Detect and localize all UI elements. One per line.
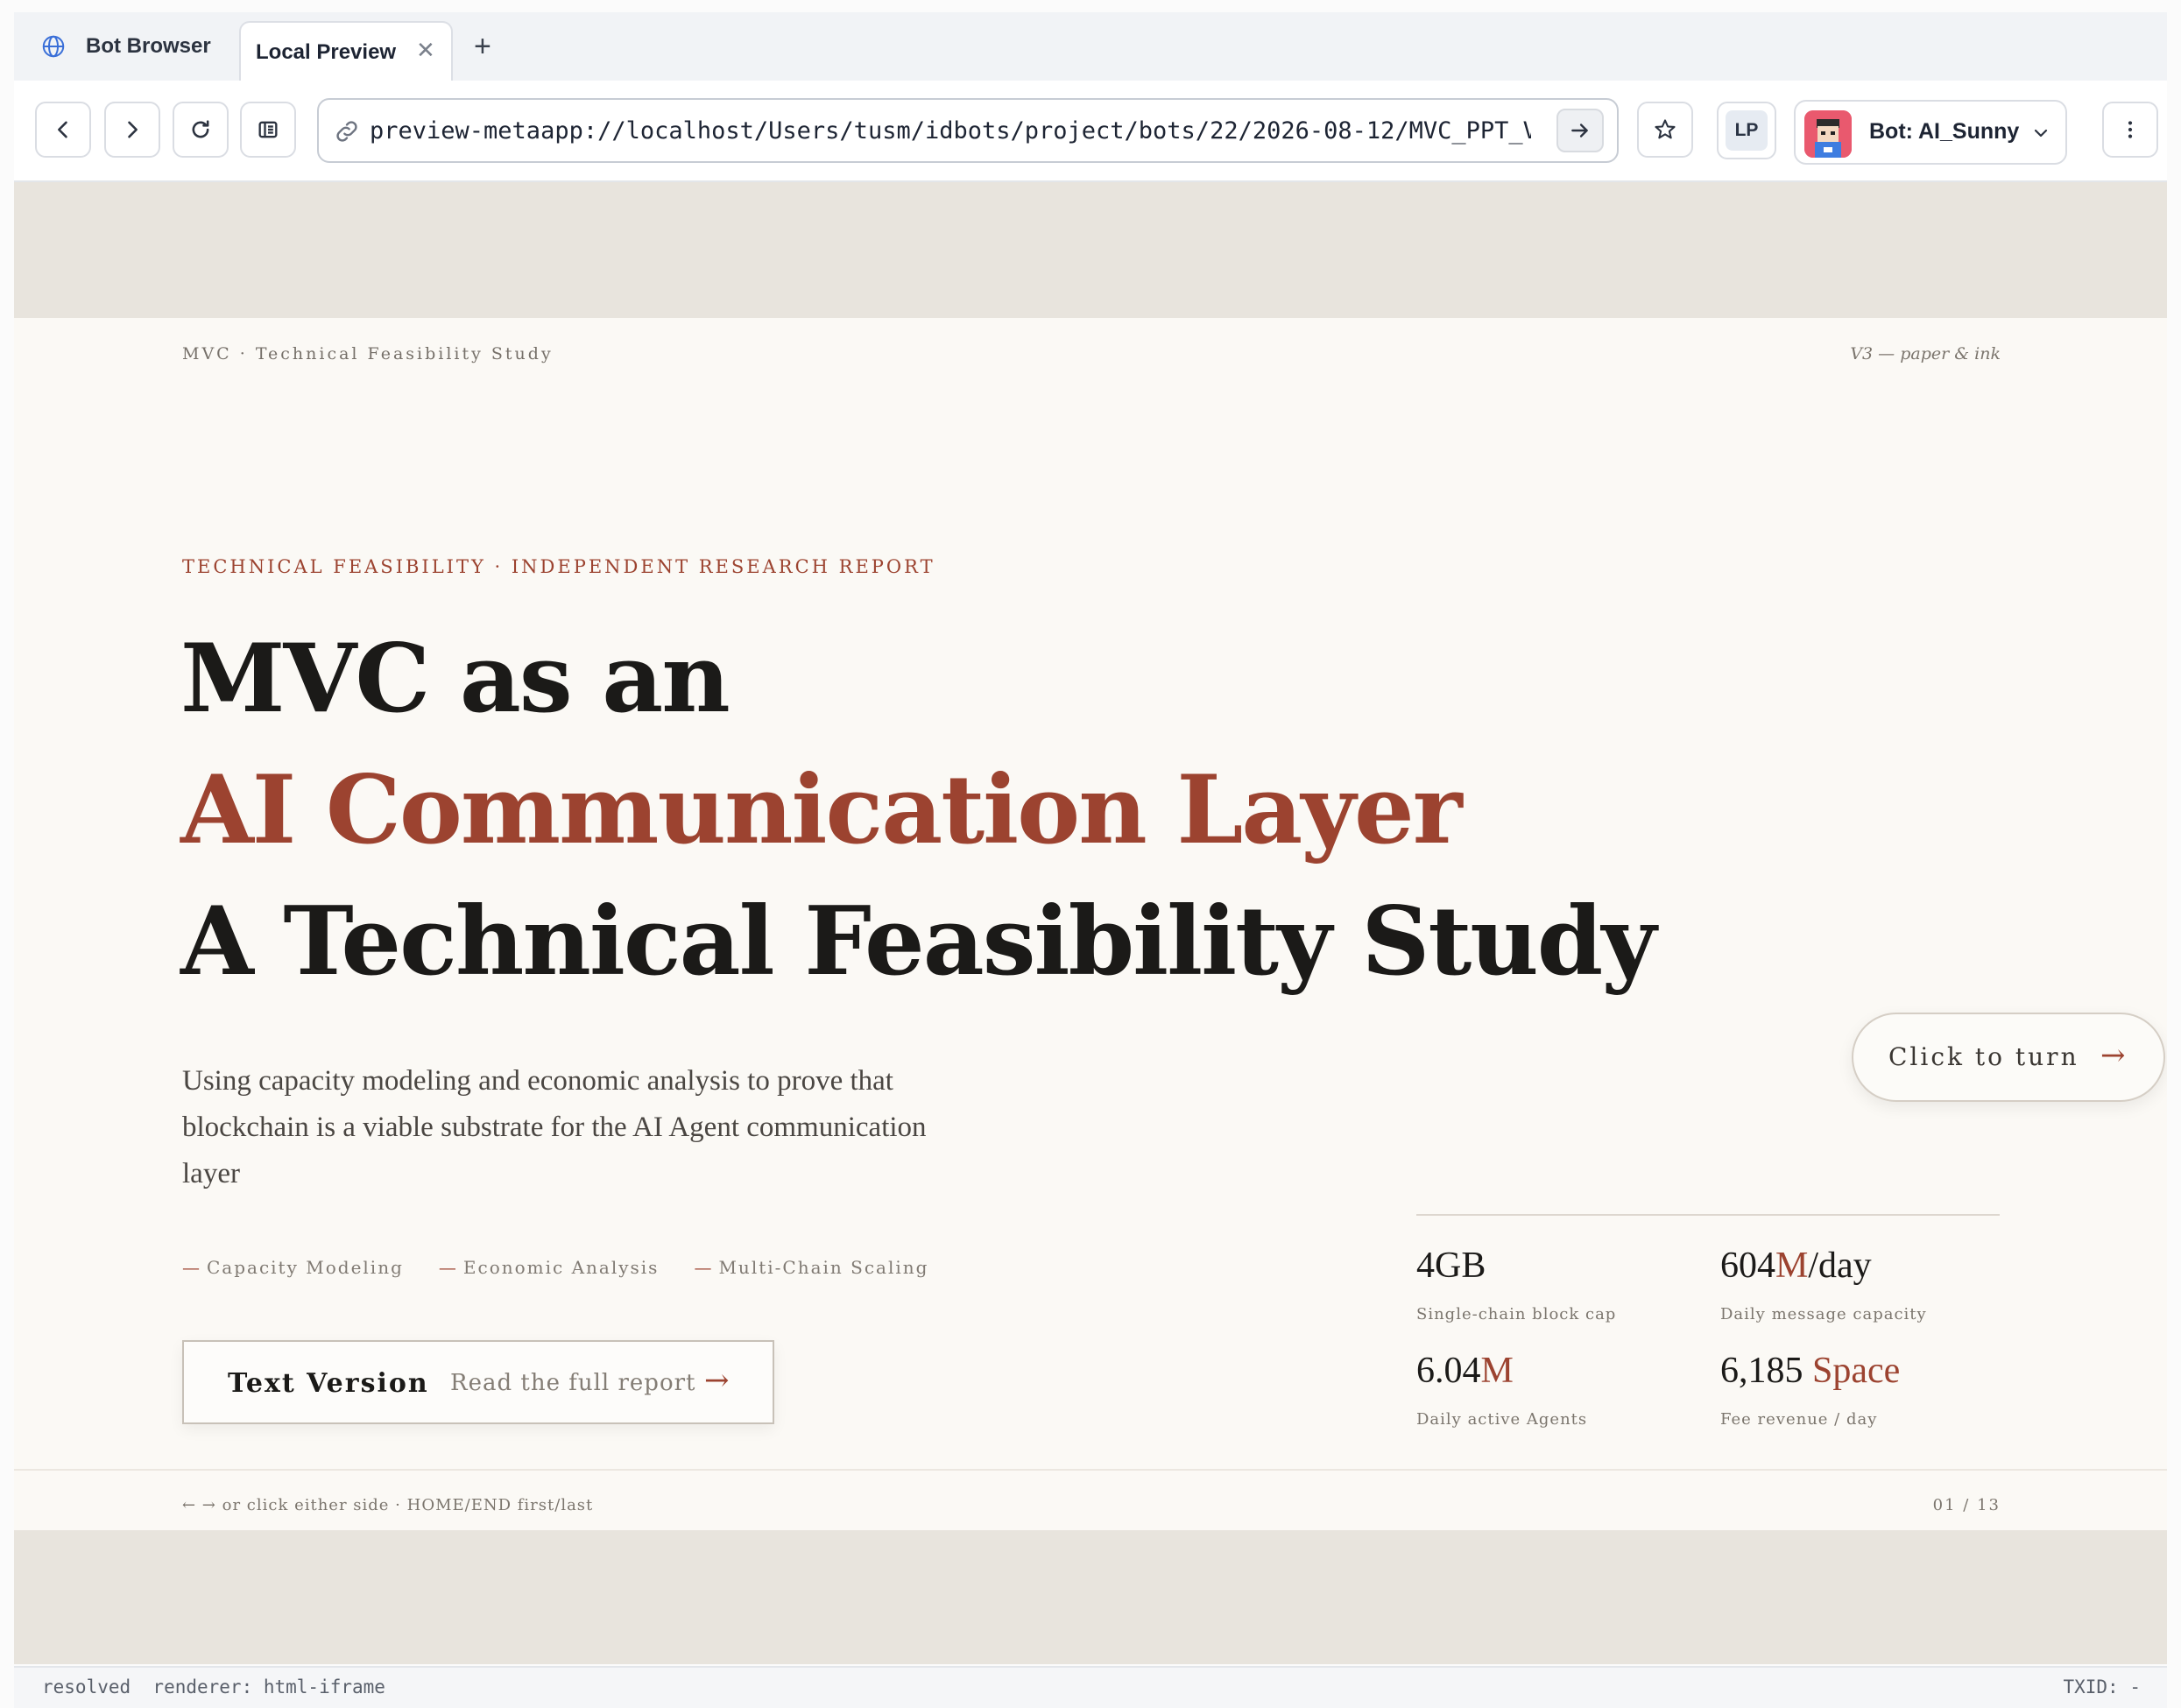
more-menu-button[interactable] [2102,102,2158,158]
stat-label: Daily active Agents [1416,1410,1588,1429]
close-tab-icon[interactable]: ✕ [416,37,435,64]
browser-brand-label: Bot Browser [86,34,211,58]
slide-version-label: V3 — paper & ink [1850,344,2001,363]
title-line-3: A Technical Feasibility Study [180,886,1656,997]
text-version-label: Text Version [228,1368,429,1399]
slide-header: MVC · Technical Feasibility Study [182,344,554,363]
title-line-1: MVC as an [180,624,731,734]
txid-label: TXID: - [2063,1676,2141,1697]
subtitle: Using capacity modeling and economic ana… [182,1065,927,1189]
reload-icon [192,120,209,138]
stat-value: 6.04M [1416,1351,1514,1391]
tab-label: Local Preview [256,40,397,64]
stat-label: Daily message capacity [1720,1305,1927,1323]
page-viewport: MVC · Technical Feasibility Study V3 — p… [14,182,2167,1664]
globe-icon [42,35,65,58]
render-status: resolved renderer: html-iframe [42,1676,385,1697]
stat-value: 6,185 Space [1720,1351,1901,1391]
stat-value: 604M/day [1720,1246,1872,1286]
stat-label: Fee revenue / day [1720,1410,1878,1429]
status-bar: resolved renderer: html-iframe TXID: - [14,1666,2167,1708]
more-vertical-icon [2128,121,2133,138]
page-counter: 01 / 13 [1932,1496,2001,1514]
go-button[interactable] [1556,109,1604,152]
sidebar-toggle-button[interactable] [240,102,296,158]
bot-selector[interactable]: Bot: AI_Sunny [1794,100,2067,165]
slide[interactable]: MVC · Technical Feasibility Study V3 — p… [14,318,2167,1530]
text-version-button[interactable]: Text Version Read the full report → [182,1340,774,1424]
arrow-right-icon: → [2100,1038,2126,1073]
url-text[interactable]: preview-metaapp://localhost/Users/tusm/i… [370,116,1531,147]
chevron-down-icon [2034,129,2048,138]
title-line-2: AI Communication Layer [180,755,1463,865]
link-icon [336,121,357,142]
address-bar[interactable]: preview-metaapp://localhost/Users/tusm/i… [317,98,1619,163]
navigation-hint: ← → or click either side · HOME/END firs… [182,1496,594,1514]
eyebrow-label: TECHNICAL FEASIBILITY · INDEPENDENT RESE… [182,556,935,577]
browser-toolbar: preview-metaapp://localhost/Users/tusm/i… [14,81,2167,182]
forward-icon [128,121,138,138]
next-page-button[interactable]: Click to turn → [1852,1013,2165,1102]
next-page-label: Click to turn [1888,1042,2079,1071]
tab-local-preview[interactable]: Local Preview ✕ [239,21,453,84]
back-button[interactable] [35,102,91,158]
new-tab-button[interactable]: + [474,32,491,61]
tab-strip: Bot Browser Local Preview ✕ + [14,12,2167,84]
read-full-report-label: Read the full report [450,1370,696,1396]
arrow-right-icon: → [704,1363,730,1398]
sidebar-icon [258,121,278,138]
forward-button[interactable] [104,102,160,158]
profile-badge[interactable]: LP [1717,102,1776,159]
reload-button[interactable] [173,102,229,158]
tag: — Multi-Chain Scaling [694,1257,929,1278]
stats-divider [1416,1214,2000,1216]
go-arrow-icon [1571,124,1588,138]
star-icon [1655,119,1676,139]
tag: — Economic Analysis [438,1257,660,1278]
tag: — Capacity Modeling [182,1257,404,1278]
browser-brand: Bot Browser [40,32,211,61]
bookmark-button[interactable] [1637,102,1693,158]
slide-footer-divider [14,1469,2167,1471]
profile-badge-label: LP [1726,110,1768,151]
topic-tags: — Capacity Modeling — Economic Analysis — M… [182,1257,928,1278]
bot-selector-label: Bot: AI_Sunny [1869,119,2020,144]
stat-label: Single-chain block cap [1416,1305,1617,1323]
back-icon [58,121,67,138]
bot-avatar [1804,110,1852,158]
stat-value: 4GB [1416,1246,1486,1286]
